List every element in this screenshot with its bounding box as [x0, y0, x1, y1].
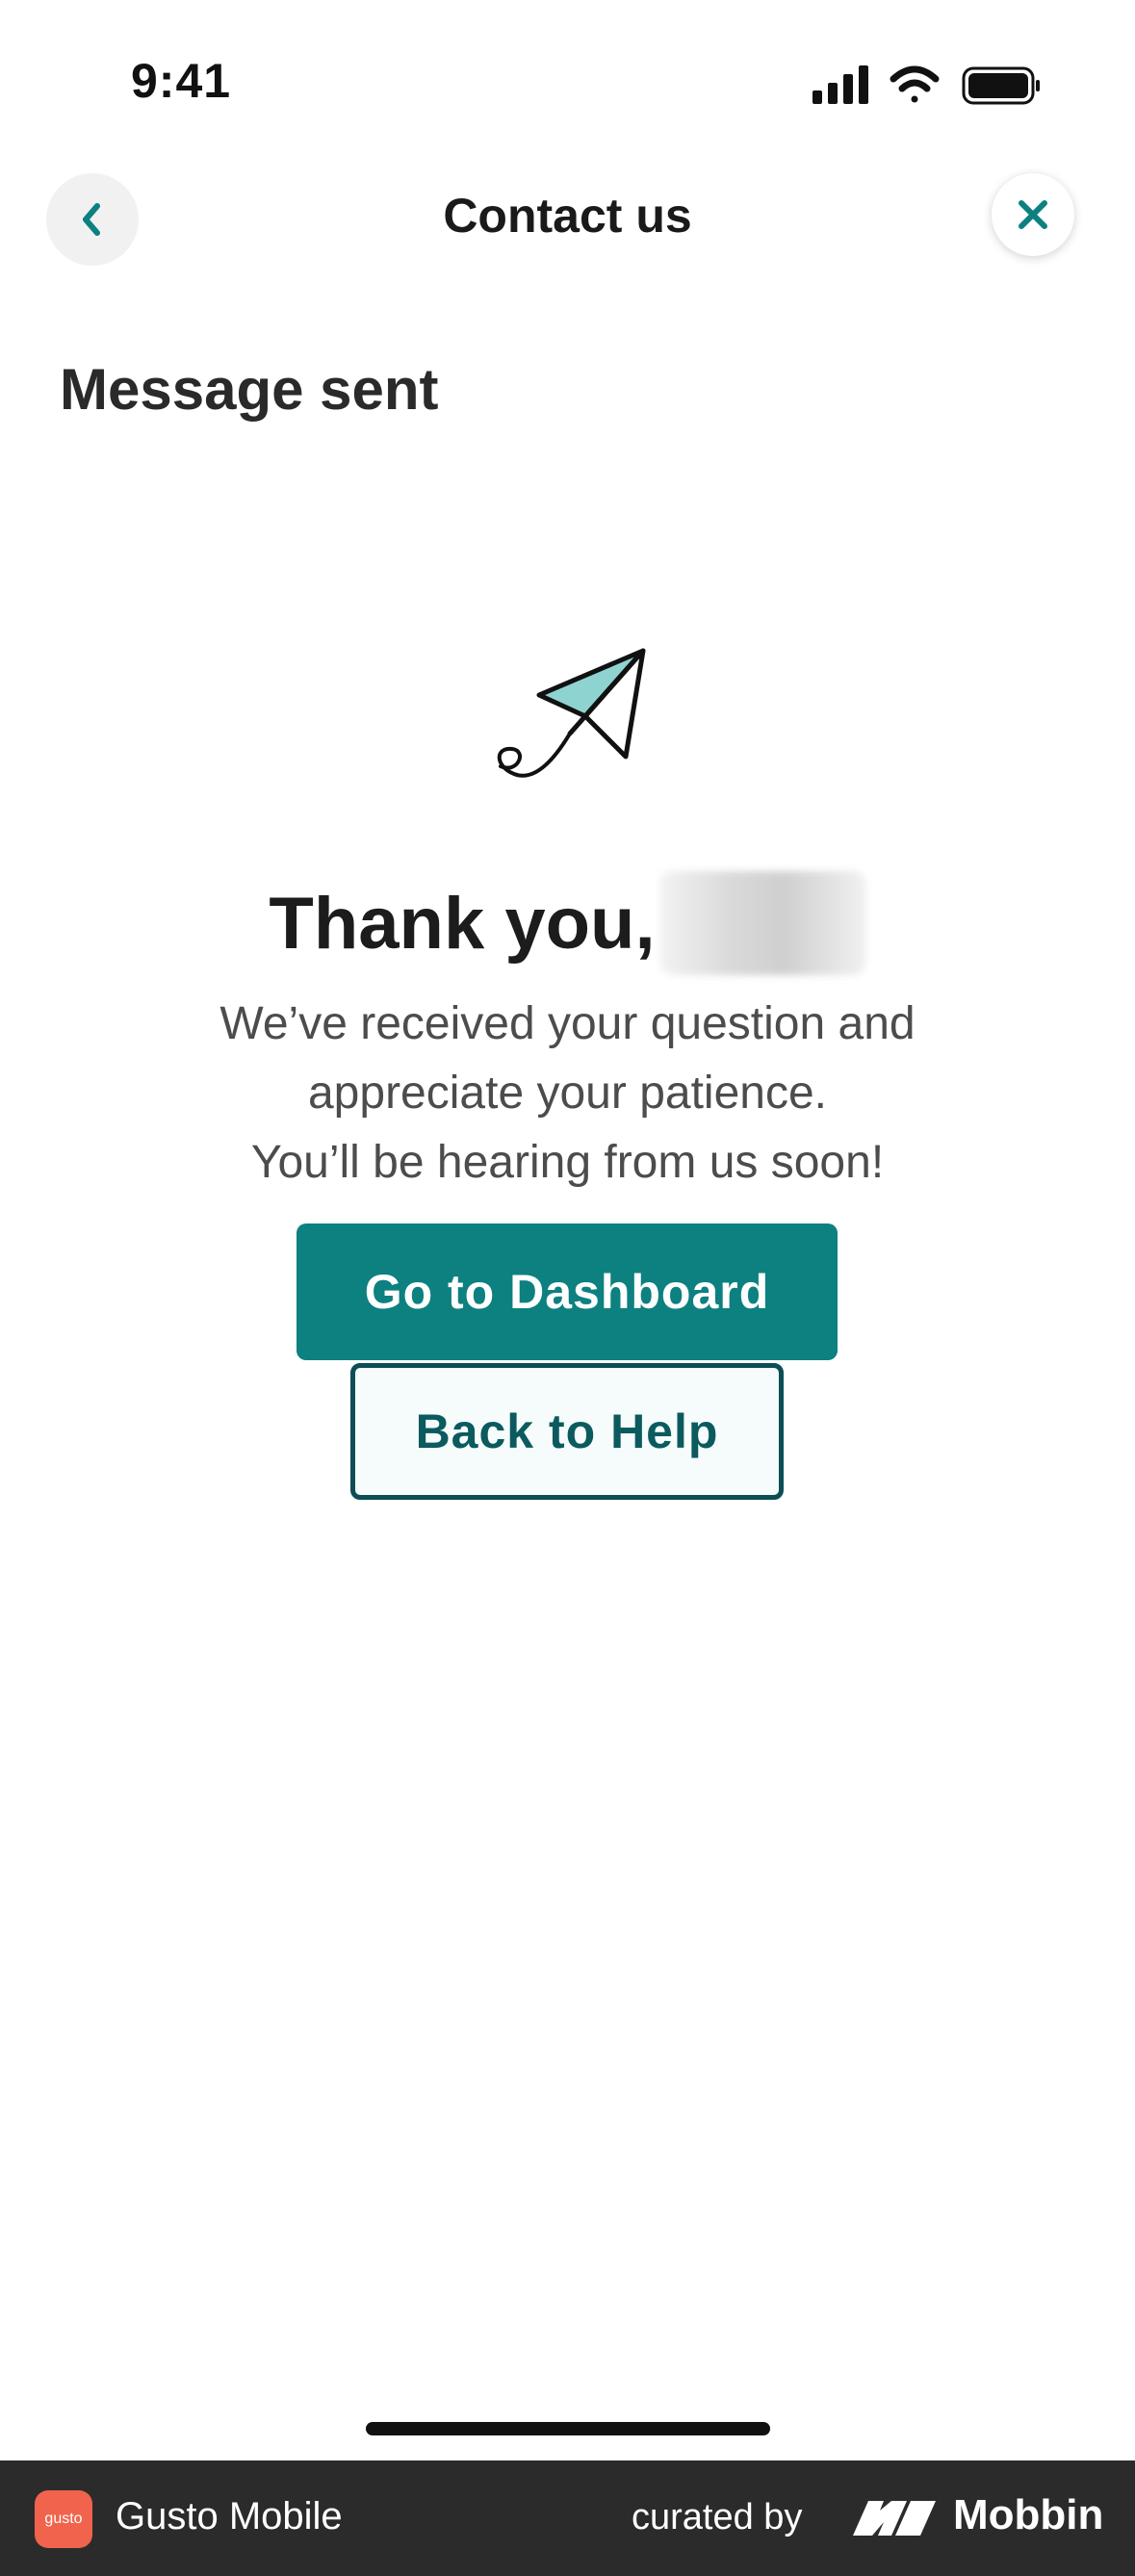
close-icon: [1019, 200, 1047, 229]
confirmation-message: We’ve received your question and appreci…: [0, 990, 1135, 1198]
mobbin-logo-icon: [853, 2501, 936, 2536]
thanks-heading-row: Thank you,: [0, 871, 1135, 975]
confirmation-line: We’ve received your question and: [219, 998, 916, 1049]
cellular-icon: [813, 65, 868, 104]
confirmation-line: appreciate your patience.: [307, 1068, 827, 1119]
section-title: Message sent: [60, 357, 439, 422]
curated-by-label: curated by: [632, 2497, 803, 2537]
gusto-logo: gusto: [35, 2490, 92, 2548]
home-indicator[interactable]: [366, 2422, 770, 2435]
app-name: Gusto Mobile: [116, 2495, 343, 2537]
status-time: 9:41: [131, 54, 232, 108]
thanks-heading: Thank you,: [269, 882, 656, 965]
status-icons: [813, 65, 1040, 105]
mobbin-brand: Mobbin: [953, 2491, 1104, 2538]
confirmation-line: You’ll be hearing from us soon!: [250, 1137, 885, 1188]
redacted-name: [658, 871, 866, 975]
go-to-dashboard-button[interactable]: Go to Dashboard: [297, 1224, 838, 1360]
back-to-help-button[interactable]: Back to Help: [350, 1363, 784, 1500]
battery-icon: [962, 66, 1040, 105]
page-header-title: Contact us: [443, 189, 692, 243]
close-button[interactable]: [992, 173, 1074, 256]
wifi-icon: [890, 65, 940, 103]
paper-plane-icon: [497, 648, 646, 778]
